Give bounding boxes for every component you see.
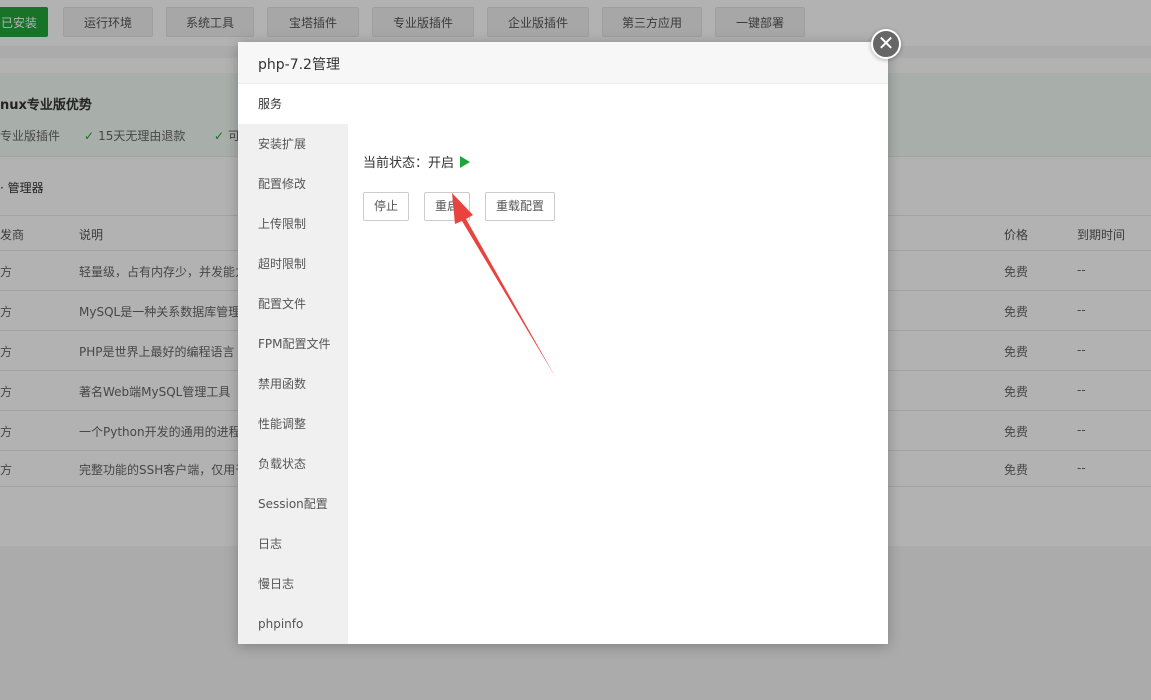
restart-button[interactable]: 重启 bbox=[424, 192, 470, 221]
menu-item-performance[interactable]: 性能调整 bbox=[238, 404, 348, 444]
menu-item-log[interactable]: 日志 bbox=[238, 524, 348, 564]
stop-button[interactable]: 停止 bbox=[363, 192, 409, 221]
service-status: 当前状态：开启 bbox=[363, 152, 471, 171]
dialog-header: php-7.2管理 bbox=[238, 42, 888, 84]
status-text: 当前状态：开启 bbox=[363, 156, 455, 171]
php-management-dialog: php-7.2管理 服务 安装扩展 配置修改 上传限制 超时限制 配置文件 FP… bbox=[238, 42, 888, 644]
menu-item-timeout-limit[interactable]: 超时限制 bbox=[238, 244, 348, 284]
menu-item-install-extensions[interactable]: 安装扩展 bbox=[238, 124, 348, 164]
menu-item-phpinfo[interactable]: phpinfo bbox=[238, 604, 348, 644]
reload-config-button[interactable]: 重载配置 bbox=[485, 192, 555, 221]
dialog-title: php-7.2管理 bbox=[258, 57, 340, 73]
menu-item-config-modify[interactable]: 配置修改 bbox=[238, 164, 348, 204]
dialog-side-menu: 服务 安装扩展 配置修改 上传限制 超时限制 配置文件 FPM配置文件 禁用函数… bbox=[238, 84, 348, 644]
play-icon bbox=[460, 156, 471, 168]
menu-item-upload-limit[interactable]: 上传限制 bbox=[238, 204, 348, 244]
menu-item-session-config[interactable]: Session配置 bbox=[238, 484, 348, 524]
menu-item-config-file[interactable]: 配置文件 bbox=[238, 284, 348, 324]
menu-item-load-status[interactable]: 负载状态 bbox=[238, 444, 348, 484]
menu-item-slow-log[interactable]: 慢日志 bbox=[238, 564, 348, 604]
menu-item-fpm-config[interactable]: FPM配置文件 bbox=[238, 324, 348, 364]
menu-item-disabled-functions[interactable]: 禁用函数 bbox=[238, 364, 348, 404]
menu-item-service[interactable]: 服务 bbox=[238, 84, 348, 124]
close-icon[interactable]: ✕ bbox=[871, 29, 901, 59]
dialog-content: 当前状态：开启 停止 重启 重载配置 bbox=[348, 84, 888, 644]
